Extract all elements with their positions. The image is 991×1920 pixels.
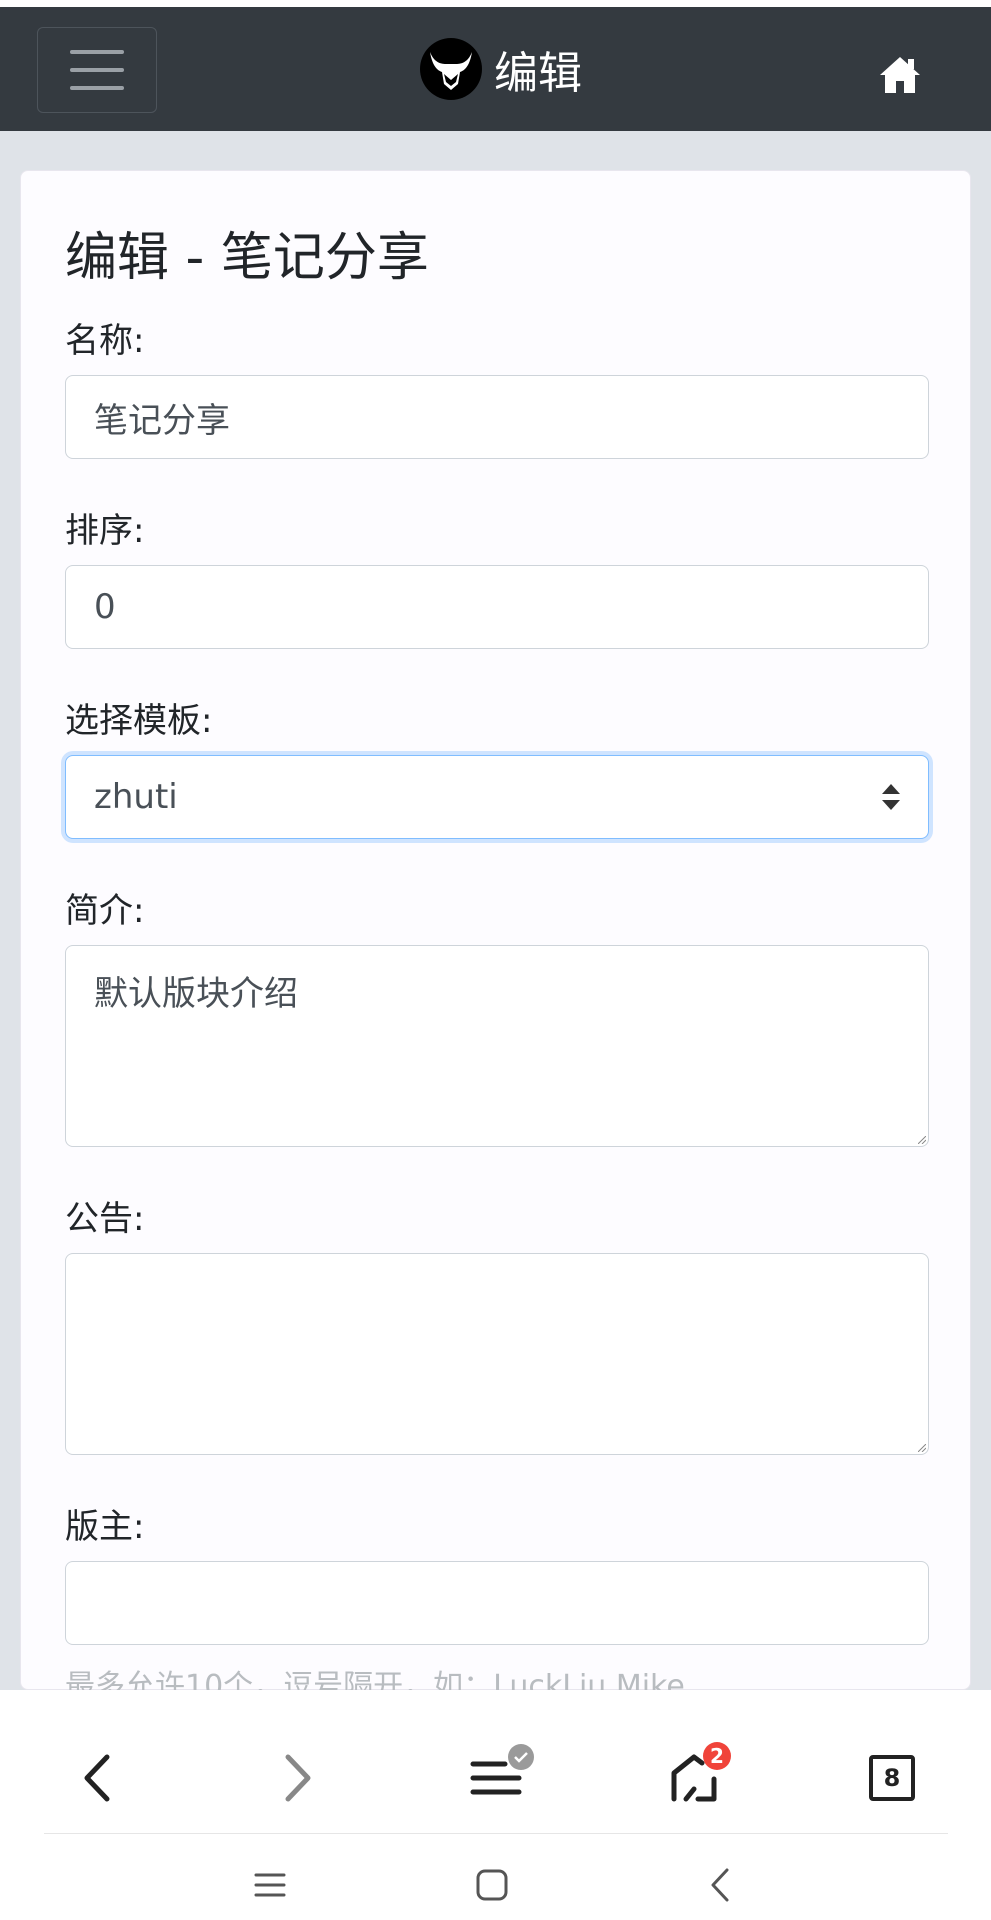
menu-bar-3	[70, 86, 124, 90]
home-icon[interactable]	[878, 55, 922, 95]
browser-toolbar: 2 8	[0, 1690, 991, 1920]
template-label: 选择模板:	[65, 701, 213, 741]
edit-form-card: 编辑 - 笔记分享 名称: 笔记分享 排序: 0 选择模板: zhuti 简介:…	[20, 170, 971, 1691]
template-select[interactable]: zhuti	[65, 755, 929, 839]
name-input-value: 笔记分享	[94, 400, 230, 441]
order-input-value: 0	[94, 587, 116, 627]
moderator-label: 版主:	[65, 1507, 145, 1547]
menu-bar-1	[70, 50, 124, 54]
check-badge-icon	[508, 1744, 534, 1770]
template-select-value: zhuti	[94, 777, 178, 817]
tabs-count: 8	[869, 1755, 915, 1801]
notice-label: 公告:	[65, 1199, 145, 1239]
navbar-brand[interactable]: 编辑	[420, 37, 582, 101]
resize-grip-icon[interactable]	[918, 1444, 926, 1452]
browser-forward-button[interactable]	[258, 1738, 338, 1818]
order-label: 排序:	[65, 511, 145, 551]
square-home-icon	[476, 1869, 508, 1901]
system-back-button[interactable]	[690, 1855, 750, 1915]
chevron-right-icon	[285, 1754, 311, 1802]
system-home-button[interactable]	[462, 1855, 522, 1915]
resize-grip-icon[interactable]	[918, 1136, 926, 1144]
system-recents-button[interactable]	[240, 1855, 300, 1915]
name-input[interactable]: 笔记分享	[65, 375, 929, 459]
intro-label: 简介:	[65, 891, 145, 931]
home-badge: 2	[703, 1742, 731, 1770]
intro-textarea[interactable]: 默认版块介绍	[65, 945, 929, 1147]
navbar-title: 编辑	[494, 48, 582, 99]
back-arrow-icon	[711, 1868, 729, 1902]
browser-home-button[interactable]: 2	[655, 1738, 735, 1818]
bull-head-logo-icon	[420, 38, 482, 100]
recents-icon	[254, 1873, 286, 1897]
select-arrows-icon	[882, 784, 900, 810]
hamburger-menu-button[interactable]	[37, 27, 157, 113]
menu-bar-2	[70, 68, 124, 72]
order-input[interactable]: 0	[65, 565, 929, 649]
tabs-button[interactable]: 8	[852, 1738, 932, 1818]
notice-textarea[interactable]	[65, 1253, 929, 1455]
toolbar-divider	[44, 1833, 948, 1834]
intro-textarea-value: 默认版块介绍	[94, 974, 298, 1014]
page-title: 编辑 - 笔记分享	[65, 228, 429, 288]
browser-menu-button[interactable]	[456, 1738, 536, 1818]
chevron-left-icon	[84, 1754, 110, 1802]
moderator-input[interactable]	[65, 1561, 929, 1645]
name-label: 名称:	[65, 321, 145, 361]
browser-back-button[interactable]	[57, 1738, 137, 1818]
moderator-hint: 最多允许10个，逗号隔开，如：LuckLiu,Mike	[65, 1669, 685, 1691]
status-strip	[0, 0, 991, 7]
top-navbar: 编辑	[0, 7, 991, 131]
